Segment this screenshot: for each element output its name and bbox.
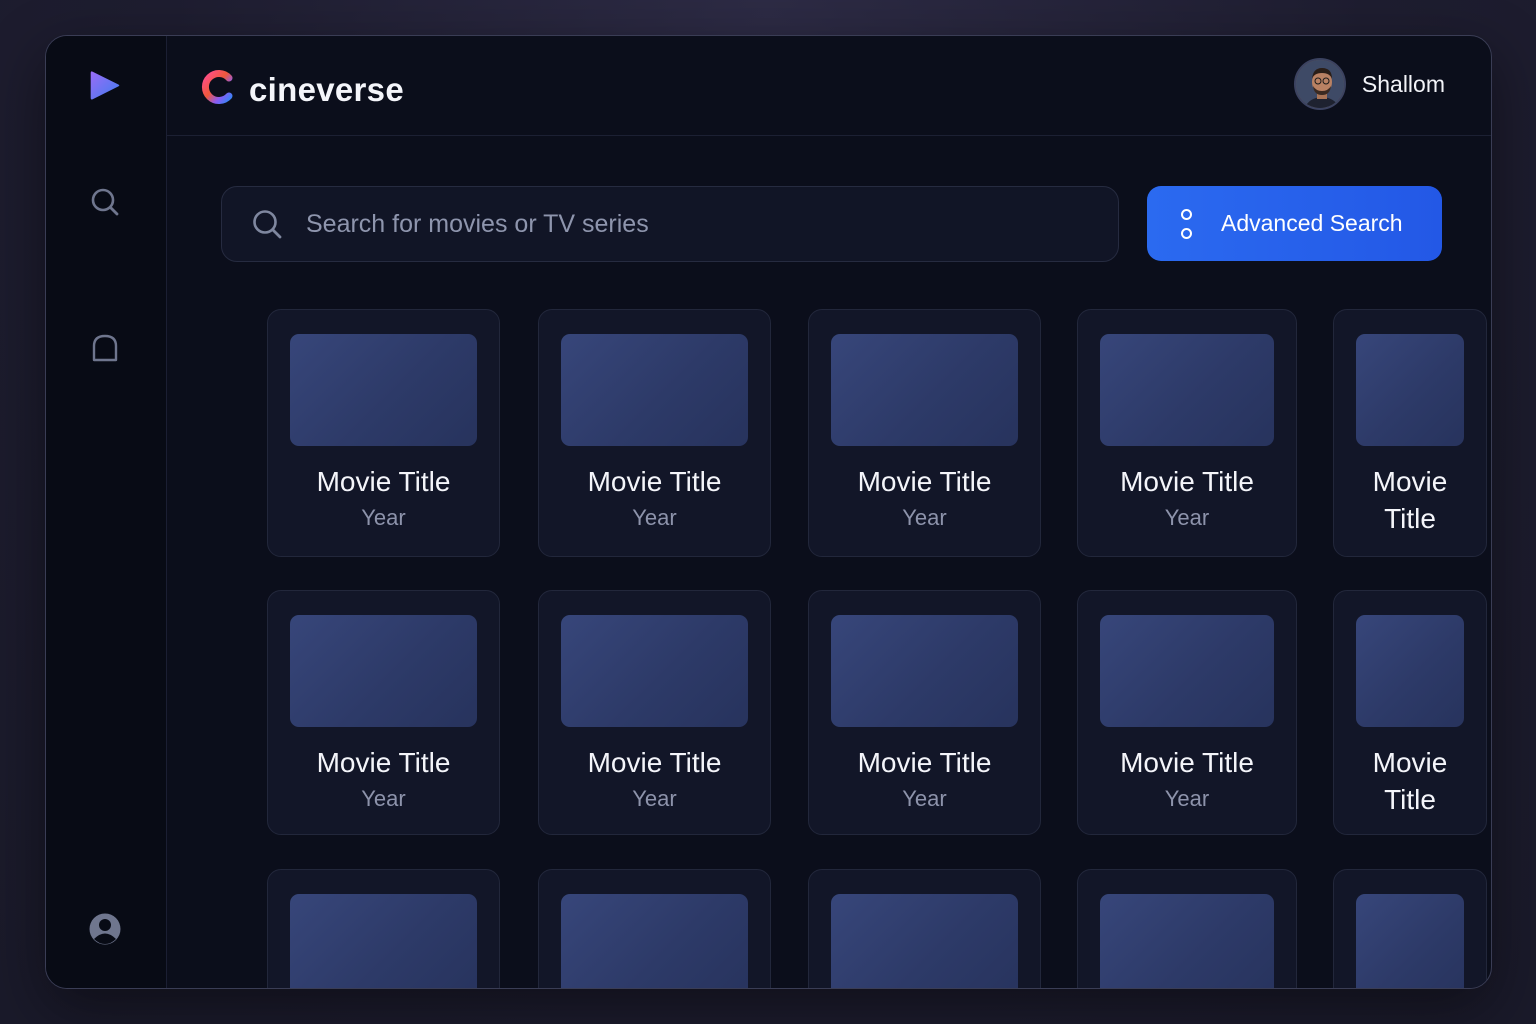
movie-card[interactable] (1077, 869, 1297, 988)
movie-title: Movie Title (1120, 466, 1254, 497)
movie-card[interactable]: Movie Title Year (1077, 309, 1297, 557)
movie-card[interactable] (808, 869, 1041, 988)
movie-poster (831, 894, 1018, 988)
movie-card[interactable]: Movie Title Year (267, 309, 500, 557)
movie-title: Movie Title (316, 466, 451, 497)
movie-poster (290, 334, 477, 446)
movie-title: Movie Title (1372, 466, 1448, 534)
movie-poster (290, 894, 477, 988)
movie-poster (561, 894, 748, 988)
movie-card[interactable]: Movie Title Year (538, 590, 771, 835)
movie-year: Year (632, 786, 677, 811)
movie-card[interactable] (267, 869, 500, 988)
movie-grid: Movie Title Year Movie Title Year Movie … (167, 36, 1491, 988)
movie-poster (831, 334, 1018, 446)
movie-title: Movie Title (1120, 747, 1254, 778)
movie-year: Year (902, 786, 947, 811)
movie-poster (1356, 894, 1464, 988)
movie-card[interactable] (538, 869, 771, 988)
movie-title: Movie Title (857, 466, 992, 497)
movie-poster (1356, 334, 1464, 446)
movie-poster (1356, 615, 1464, 727)
movie-card[interactable]: Movie Title (1333, 590, 1487, 835)
movie-poster (561, 334, 748, 446)
movie-poster (561, 615, 748, 727)
movie-title: Movie Title (316, 747, 451, 778)
movie-year: Year (632, 505, 677, 530)
movie-poster (290, 615, 477, 727)
bookmark-icon[interactable] (88, 331, 122, 365)
movie-year: Year (361, 786, 406, 811)
movie-title: Movie Title (857, 747, 992, 778)
movie-title: Movie Title (1372, 747, 1448, 815)
movie-year: Year (902, 505, 947, 530)
movie-poster (1100, 334, 1274, 446)
movie-poster (831, 615, 1018, 727)
movie-card[interactable]: Movie Title Year (538, 309, 771, 557)
movie-title: Movie Title (587, 466, 722, 497)
profile-icon[interactable] (88, 912, 122, 946)
movie-year: Year (1164, 505, 1210, 530)
movie-poster (1100, 615, 1274, 727)
movie-card[interactable] (1333, 869, 1487, 988)
movie-card[interactable]: Movie Title Year (808, 590, 1041, 835)
movie-poster (1100, 894, 1274, 988)
movie-card[interactable]: Movie Title Year (267, 590, 500, 835)
search-icon[interactable] (88, 185, 122, 219)
movie-card[interactable]: Movie Title (1333, 309, 1487, 557)
movie-title: Movie Title (587, 747, 722, 778)
app-window: cineverse Shallom Search for movies or T… (45, 35, 1492, 989)
movie-year: Year (361, 505, 406, 530)
main-content: cineverse Shallom Search for movies or T… (167, 36, 1491, 988)
movie-card[interactable]: Movie Title Year (1077, 590, 1297, 835)
sidebar (46, 36, 167, 988)
play-logo-icon[interactable] (88, 68, 122, 102)
movie-year: Year (1164, 786, 1210, 811)
movie-card[interactable]: Movie Title Year (808, 309, 1041, 557)
